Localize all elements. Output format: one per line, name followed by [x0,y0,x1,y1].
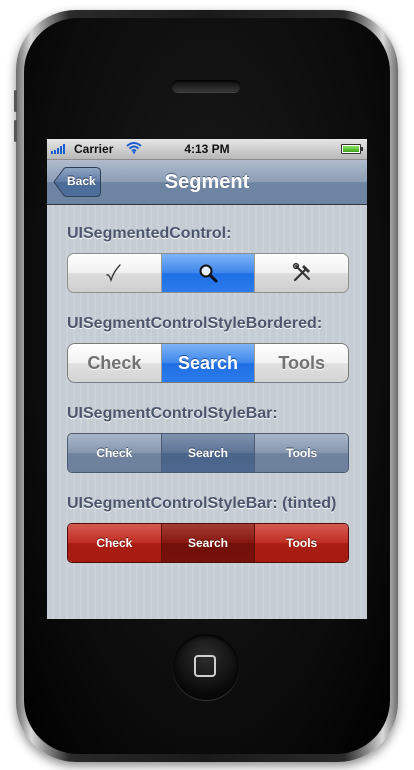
section-label-default: UISegmentedControl: [67,225,232,242]
segmented-control-default [67,253,349,293]
segment-search[interactable]: Search [161,344,256,382]
earpiece-speaker [172,80,240,92]
search-icon [199,264,218,283]
segment-check[interactable]: Check [68,344,162,382]
segment-check[interactable] [68,254,162,292]
navigation-bar: Back Segment [47,160,367,205]
section-label-tinted: UISegmentControlStyleBar: (tinted) [67,495,337,512]
volume-button [14,90,17,112]
segment-search[interactable]: Search [161,434,256,472]
segment-tools[interactable]: Tools [255,344,348,382]
nav-title: Segment [164,171,250,193]
segment-tools[interactable] [255,254,348,292]
segment-search[interactable] [161,254,256,292]
segmented-control-tinted: Check Search Tools [67,523,349,563]
section-label-bordered: UISegmentControlStyleBordered: [67,315,323,332]
segment-tools[interactable]: Tools [255,434,348,472]
home-square-icon [194,655,216,677]
volume-button [14,120,17,142]
segment-check[interactable]: Check [68,524,162,562]
battery-icon [341,144,363,154]
tools-icon [292,262,310,282]
check-icon [106,264,122,283]
segment-tools[interactable]: Tools [255,524,348,562]
status-time: 4:13 PM [184,142,230,156]
segmented-control-bar: Check Search Tools [67,433,349,473]
section-label-bar: UISegmentControlStyleBar: [67,405,278,422]
segmented-control-bordered: Check Search Tools [67,343,349,383]
segment-check[interactable]: Check [68,434,162,472]
status-bar: Carrier 4:13 PM [47,139,367,160]
segment-search[interactable]: Search [161,524,256,562]
screen: Carrier 4:13 PM Back Segment UISegmented… [47,139,367,619]
home-button[interactable] [173,634,239,700]
battery-level [343,146,359,152]
